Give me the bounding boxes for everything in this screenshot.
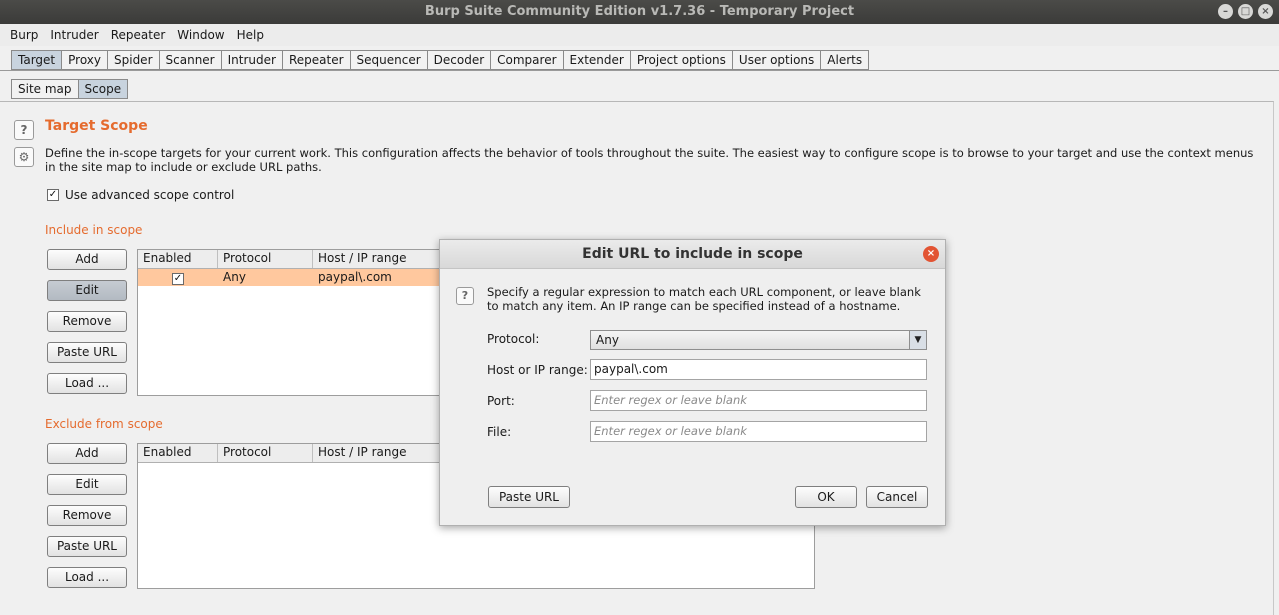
tab-scanner[interactable]: Scanner bbox=[158, 50, 221, 70]
include-load-button[interactable]: Load ... bbox=[47, 373, 127, 394]
row-enabled-checkbox[interactable]: ✓ bbox=[172, 273, 184, 285]
tab-proxy[interactable]: Proxy bbox=[61, 50, 107, 70]
main-tab-divider bbox=[0, 70, 1279, 71]
advanced-scope-label: Use advanced scope control bbox=[65, 188, 235, 202]
column-enabled[interactable]: Enabled bbox=[138, 250, 218, 268]
menu-repeater[interactable]: Repeater bbox=[105, 28, 172, 42]
dialog-paste-url-button[interactable]: Paste URL bbox=[488, 486, 570, 508]
host-input[interactable]: paypal\.com bbox=[590, 359, 927, 380]
dialog-help-icon[interactable]: ? bbox=[456, 287, 474, 305]
menu-bar: Burp Intruder Repeater Window Help bbox=[0, 24, 1279, 46]
dialog-titlebar: Edit URL to include in scope × bbox=[440, 240, 945, 269]
edit-url-dialog: Edit URL to include in scope × ? Specify… bbox=[439, 239, 946, 526]
tab-spider[interactable]: Spider bbox=[107, 50, 159, 70]
include-add-button[interactable]: Add bbox=[47, 249, 127, 270]
column-enabled[interactable]: Enabled bbox=[138, 444, 218, 462]
window-controls: – □ × bbox=[1218, 4, 1273, 19]
question-icon[interactable]: ? bbox=[14, 120, 34, 140]
tab-alerts[interactable]: Alerts bbox=[820, 50, 870, 70]
sub-tab-bar: Site map Scope bbox=[11, 79, 129, 99]
menu-window[interactable]: Window bbox=[171, 28, 230, 42]
exclude-scope-label: Exclude from scope bbox=[45, 417, 163, 431]
page-title: Target Scope bbox=[45, 118, 148, 134]
menu-help[interactable]: Help bbox=[231, 28, 270, 42]
tab-project-options[interactable]: Project options bbox=[629, 50, 732, 70]
scope-description: Define the in-scope targets for your cur… bbox=[45, 146, 1254, 174]
include-paste-url-button[interactable]: Paste URL bbox=[47, 342, 127, 363]
window-title: Burp Suite Community Edition v1.7.36 - T… bbox=[424, 4, 855, 19]
dialog-close-icon[interactable]: × bbox=[923, 246, 939, 262]
row-protocol-cell: Any bbox=[223, 270, 246, 284]
port-label: Port: bbox=[487, 394, 515, 408]
dialog-title: Edit URL to include in scope bbox=[582, 246, 803, 262]
gear-icon[interactable]: ⚙ bbox=[14, 147, 34, 167]
close-icon[interactable]: × bbox=[1258, 4, 1273, 19]
ok-button[interactable]: OK bbox=[795, 486, 857, 508]
tab-site-map[interactable]: Site map bbox=[11, 79, 78, 99]
column-protocol[interactable]: Protocol bbox=[218, 250, 313, 268]
file-label: File: bbox=[487, 425, 512, 439]
protocol-value: Any bbox=[596, 333, 619, 347]
tab-decoder[interactable]: Decoder bbox=[426, 50, 491, 70]
cancel-button[interactable]: Cancel bbox=[866, 486, 928, 508]
protocol-select[interactable]: Any ▼ bbox=[590, 330, 927, 350]
file-input[interactable]: Enter regex or leave blank bbox=[590, 421, 927, 442]
advanced-scope-toggle[interactable]: ✓ Use advanced scope control bbox=[47, 188, 234, 202]
exclude-add-button[interactable]: Add bbox=[47, 443, 127, 464]
advanced-scope-checkbox[interactable]: ✓ bbox=[47, 189, 59, 201]
tab-intruder[interactable]: Intruder bbox=[220, 50, 282, 70]
tab-user-options[interactable]: User options bbox=[731, 50, 821, 70]
tab-repeater[interactable]: Repeater bbox=[281, 50, 350, 70]
column-protocol[interactable]: Protocol bbox=[218, 444, 313, 462]
window-titlebar: Burp Suite Community Edition v1.7.36 - T… bbox=[0, 0, 1279, 24]
row-enabled-cell[interactable]: ✓ bbox=[138, 269, 218, 286]
protocol-label: Protocol: bbox=[487, 332, 540, 346]
tab-extender[interactable]: Extender bbox=[562, 50, 630, 70]
tab-target[interactable]: Target bbox=[11, 50, 62, 70]
menu-intruder[interactable]: Intruder bbox=[44, 28, 104, 42]
tab-sequencer[interactable]: Sequencer bbox=[349, 50, 427, 70]
exclude-remove-button[interactable]: Remove bbox=[47, 505, 127, 526]
exclude-edit-button[interactable]: Edit bbox=[47, 474, 127, 495]
main-tab-bar: Target Proxy Spider Scanner Intruder Rep… bbox=[11, 50, 870, 70]
include-scope-label: Include in scope bbox=[45, 223, 143, 237]
dialog-help-text: Specify a regular expression to match ea… bbox=[487, 285, 921, 313]
include-remove-button[interactable]: Remove bbox=[47, 311, 127, 332]
port-input[interactable]: Enter regex or leave blank bbox=[590, 390, 927, 411]
tab-scope[interactable]: Scope bbox=[77, 79, 129, 99]
minimize-icon[interactable]: – bbox=[1218, 4, 1233, 19]
include-edit-button[interactable]: Edit bbox=[47, 280, 127, 301]
menu-burp[interactable]: Burp bbox=[4, 28, 44, 42]
tab-comparer[interactable]: Comparer bbox=[490, 50, 563, 70]
maximize-icon[interactable]: □ bbox=[1238, 4, 1253, 19]
chevron-down-icon[interactable]: ▼ bbox=[909, 331, 926, 349]
exclude-load-button[interactable]: Load ... bbox=[47, 567, 127, 588]
host-label: Host or IP range: bbox=[487, 363, 588, 377]
exclude-paste-url-button[interactable]: Paste URL bbox=[47, 536, 127, 557]
